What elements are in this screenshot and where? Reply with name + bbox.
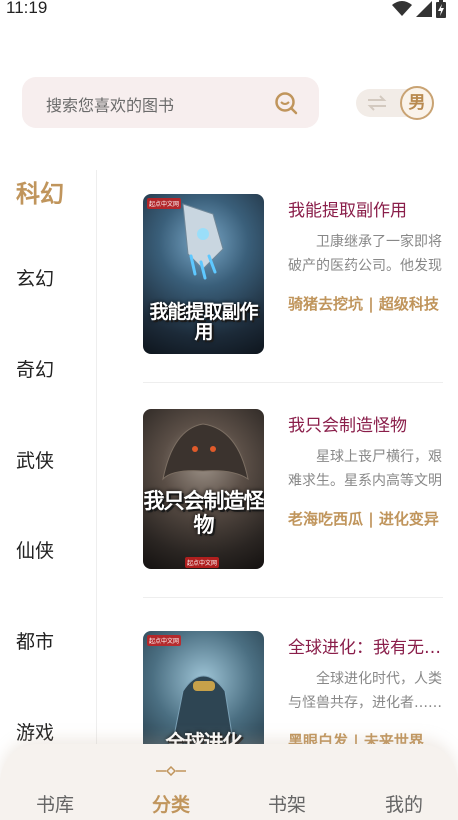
book-title[interactable]: 我能提取副作用 [288,196,443,221]
search-placeholder: 搜索您喜欢的图书 [46,96,175,115]
divider [143,382,443,383]
category-item-dushi[interactable]: 都市 [16,627,54,654]
category-item-wuxia[interactable]: 武侠 [16,446,54,473]
wifi-icon [392,1,412,16]
cover-publisher: 起点中文网 [147,635,182,646]
category-sidebar: 科幻 玄幻 奇幻 武侠 仙侠 都市 游戏 [0,170,97,750]
swap-icon [367,95,387,111]
book-description: 星球上丧尸横行，艰难求生。星系内高等文明环伺…… [288,449,442,489]
search-icon[interactable] [273,90,299,116]
search-input[interactable]: 搜索您喜欢的图书 [22,77,319,128]
nav-tab-category[interactable]: 分类 [152,790,190,817]
signal-icon [416,1,432,17]
battery-charging-icon [436,0,446,18]
cover-publisher: 起点中文网 [185,557,220,568]
book-title[interactable]: 全球进化：我有无限天赋 [288,633,443,658]
book-item[interactable]: 我只会制造怪物 起点中文网 我只会制造怪物 星球上丧尸横行，艰难求生。星系内高等… [143,409,443,569]
book-meta: 骑猪去挖坑 | 超级科技 [288,295,439,313]
gender-toggle[interactable]: 男 [356,86,434,120]
cover-title: 我能提取副作用 [149,301,258,343]
nav-tab-profile[interactable]: 我的 [385,790,423,817]
cover-publisher: 起点中文网 [147,198,182,209]
category-item-youxi[interactable]: 游戏 [16,718,54,745]
book-cover[interactable]: 我只会制造怪物 起点中文网 [143,409,264,569]
active-tab-ornament-icon [156,766,186,776]
cover-title: 我只会制造怪物 [143,489,265,537]
nav-tab-library[interactable]: 书库 [36,790,74,817]
status-time: 11:19 [6,0,48,17]
book-description: 全球进化时代，人类与怪兽共存，进化者…… [288,671,442,711]
category-item-scifi[interactable]: 科幻 [16,174,64,209]
category-item-qihuan[interactable]: 奇幻 [16,355,54,382]
book-item[interactable]: 起点中文网 我能提取副作用 我能提取副作用 卫康继承了一家即将破产的医药公司。他… [143,194,443,354]
category-item-xianxia[interactable]: 仙侠 [16,536,54,563]
book-description: 卫康继承了一家即将破产的医药公司。他发现自己能从药品中提取副作用，并将其转化为特… [288,234,442,274]
book-cover[interactable]: 起点中文网 我能提取副作用 [143,194,264,354]
bottom-nav: 书库 分类 书架 我的 [0,744,458,820]
book-title[interactable]: 我只会制造怪物 [288,411,443,436]
book-item[interactable]: 起点中文网 全球进化 全球进化：我有无限天赋 全球进化时代，人类与怪兽共存，进化… [143,631,443,791]
nav-tab-bookshelf[interactable]: 书架 [268,790,306,817]
divider [143,597,443,598]
status-icons [392,0,446,18]
status-bar: 11:19 [0,0,458,22]
book-meta: 老海吃西瓜 | 进化变异 [288,510,439,528]
gender-badge[interactable]: 男 [400,86,434,120]
category-item-xuanhuan[interactable]: 玄幻 [16,264,54,291]
